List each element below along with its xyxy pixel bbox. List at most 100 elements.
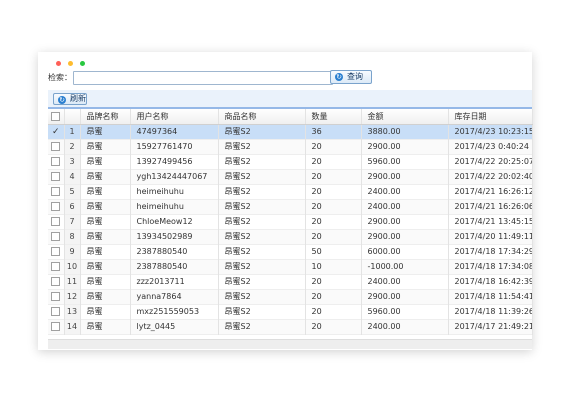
cell-quantity: 20 (305, 184, 362, 199)
search-input[interactable] (73, 71, 333, 85)
cell-product: 昂蜜S2 (218, 244, 306, 259)
table-row[interactable]: 3 昂蜜 13927499456 昂蜜S2 20 5960.00 2017/4/22 20:… (48, 154, 533, 169)
cell-date: 2017/4/23 10:23:15 (448, 124, 533, 139)
table-row[interactable]: ✓ 1 昂蜜 47497364 昂蜜S2 36 3880.00 2017/4/23 10:23… (48, 124, 533, 139)
cell-brand: 昂蜜 (80, 139, 131, 154)
cell-date: 2017/4/22 20:25:07 (448, 154, 533, 169)
cell-user: heimeihuhu (130, 184, 219, 199)
cell-amount: 5960.00 (361, 304, 449, 319)
row-checkbox[interactable] (48, 199, 65, 214)
cell-user: 13934502989 (130, 229, 219, 244)
data-grid: 品牌名称 用户名称 商品名称 数量 金额 库存日期 ✓ 1 昂蜜 47497364 昂蜜… (48, 109, 533, 335)
row-checkbox[interactable] (48, 244, 65, 259)
row-number: 8 (64, 229, 81, 244)
query-button[interactable]: ↻ 查询 (330, 70, 372, 84)
table-row[interactable]: 5 昂蜜 heimeihuhu 昂蜜S2 20 2400.00 2017/4/21 16:2… (48, 184, 533, 199)
cell-brand: 昂蜜 (80, 229, 131, 244)
cell-amount: 2900.00 (361, 214, 449, 229)
cell-amount: -1000.00 (361, 259, 449, 274)
refresh-button[interactable]: ↻ 刷新 (53, 93, 87, 105)
cell-date: 2017/4/18 11:39:26 (448, 304, 533, 319)
cell-product: 昂蜜S2 (218, 199, 306, 214)
maximize-window-button[interactable] (80, 61, 85, 66)
cell-date: 2017/4/23 0:40:24 (448, 139, 533, 154)
cell-brand: 昂蜜 (80, 244, 131, 259)
row-checkbox[interactable] (48, 154, 65, 169)
row-checkbox[interactable] (48, 274, 65, 289)
refresh-icon: ↻ (58, 96, 66, 104)
row-checkbox[interactable] (48, 229, 65, 244)
cell-amount: 2400.00 (361, 184, 449, 199)
table-row[interactable]: 12 昂蜜 yanna7864 昂蜜S2 20 2900.00 2017/4/18 11:5… (48, 289, 533, 304)
refresh-icon: ↻ (335, 73, 343, 81)
cell-quantity: 50 (305, 244, 362, 259)
cell-user: ChloeMeow12 (130, 214, 219, 229)
cell-product: 昂蜜S2 (218, 304, 306, 319)
row-number-header (64, 109, 81, 125)
cell-product: 昂蜜S2 (218, 169, 306, 184)
checkmark-icon: ✓ (51, 127, 60, 137)
cell-user: 2387880540 (130, 259, 219, 274)
row-number: 5 (64, 184, 81, 199)
cell-amount: 2900.00 (361, 139, 449, 154)
cell-amount: 2400.00 (361, 319, 449, 334)
select-all-checkbox[interactable] (48, 109, 65, 125)
cell-product: 昂蜜S2 (218, 184, 306, 199)
row-checkbox[interactable] (48, 259, 65, 274)
cell-brand: 昂蜜 (80, 124, 131, 139)
minimize-window-button[interactable] (68, 61, 73, 66)
table-row[interactable]: 6 昂蜜 heimeihuhu 昂蜜S2 20 2400.00 2017/4/21 16:2… (48, 199, 533, 214)
column-header-quantity[interactable]: 数量 (305, 109, 362, 125)
cell-user: 13927499456 (130, 154, 219, 169)
row-number: 10 (64, 259, 81, 274)
row-checkbox[interactable] (48, 169, 65, 184)
close-window-button[interactable] (56, 61, 61, 66)
toolbar: ↻ 刷新 (48, 90, 532, 109)
app-window: 检索： ↻ 查询 ↻ 刷新 品牌名称 用户名称 商品名称 数量 金额 库存日期 … (38, 52, 533, 350)
row-number: 3 (64, 154, 81, 169)
cell-date: 2017/4/18 17:34:29 (448, 244, 533, 259)
cell-date: 2017/4/17 21:49:21 (448, 319, 533, 334)
cell-amount: 2900.00 (361, 289, 449, 304)
table-row[interactable]: 8 昂蜜 13934502989 昂蜜S2 20 2900.00 2017/4/20 11:… (48, 229, 533, 244)
row-checkbox[interactable] (48, 184, 65, 199)
cell-quantity: 20 (305, 169, 362, 184)
row-checkbox[interactable] (48, 304, 65, 319)
row-number: 7 (64, 214, 81, 229)
cell-quantity: 20 (305, 139, 362, 154)
column-header-date[interactable]: 库存日期 (448, 109, 533, 125)
table-row[interactable]: 14 昂蜜 lytz_0445 昂蜜S2 20 2400.00 2017/4/17 21:4… (48, 319, 533, 334)
cell-product: 昂蜜S2 (218, 319, 306, 334)
table-row[interactable]: 13 昂蜜 mxz251559053 昂蜜S2 20 5960.00 2017/4/18 1… (48, 304, 533, 319)
row-checkbox[interactable] (48, 139, 65, 154)
cell-date: 2017/4/21 13:45:15 (448, 214, 533, 229)
table-row[interactable]: 4 昂蜜 ygh13424447067 昂蜜S2 20 2900.00 2017/4/22 … (48, 169, 533, 184)
cell-amount: 2900.00 (361, 169, 449, 184)
row-checkbox[interactable]: ✓ (48, 124, 65, 139)
row-checkbox[interactable] (48, 319, 65, 334)
table-row[interactable]: 9 昂蜜 2387880540 昂蜜S2 50 6000.00 2017/4/18 17:3… (48, 244, 533, 259)
column-header-product[interactable]: 商品名称 (218, 109, 306, 125)
cell-amount: 2400.00 (361, 199, 449, 214)
cell-quantity: 10 (305, 259, 362, 274)
cell-user: 15927761470 (130, 139, 219, 154)
row-checkbox[interactable] (48, 289, 65, 304)
column-header-brand[interactable]: 品牌名称 (80, 109, 131, 125)
cell-user: lytz_0445 (130, 319, 219, 334)
table-row[interactable]: 2 昂蜜 15927761470 昂蜜S2 20 2900.00 2017/4/23 0:4… (48, 139, 533, 154)
cell-date: 2017/4/20 11:49:11 (448, 229, 533, 244)
table-row[interactable]: 7 昂蜜 ChloeMeow12 昂蜜S2 20 2900.00 2017/4/21 13:… (48, 214, 533, 229)
row-number: 2 (64, 139, 81, 154)
grid-footer (48, 339, 532, 349)
column-header-amount[interactable]: 金额 (361, 109, 449, 125)
cell-date: 2017/4/21 16:26:06 (448, 199, 533, 214)
cell-quantity: 20 (305, 154, 362, 169)
cell-user: ygh13424447067 (130, 169, 219, 184)
row-number: 1 (64, 124, 81, 139)
column-header-user[interactable]: 用户名称 (130, 109, 219, 125)
row-checkbox[interactable] (48, 214, 65, 229)
cell-amount: 6000.00 (361, 244, 449, 259)
table-row[interactable]: 10 昂蜜 2387880540 昂蜜S2 10 -1000.00 2017/4/18 17… (48, 259, 533, 274)
table-row[interactable]: 11 昂蜜 zzz2013711 昂蜜S2 20 2400.00 2017/4/18 16:… (48, 274, 533, 289)
refresh-button-label: 刷新 (70, 94, 86, 103)
